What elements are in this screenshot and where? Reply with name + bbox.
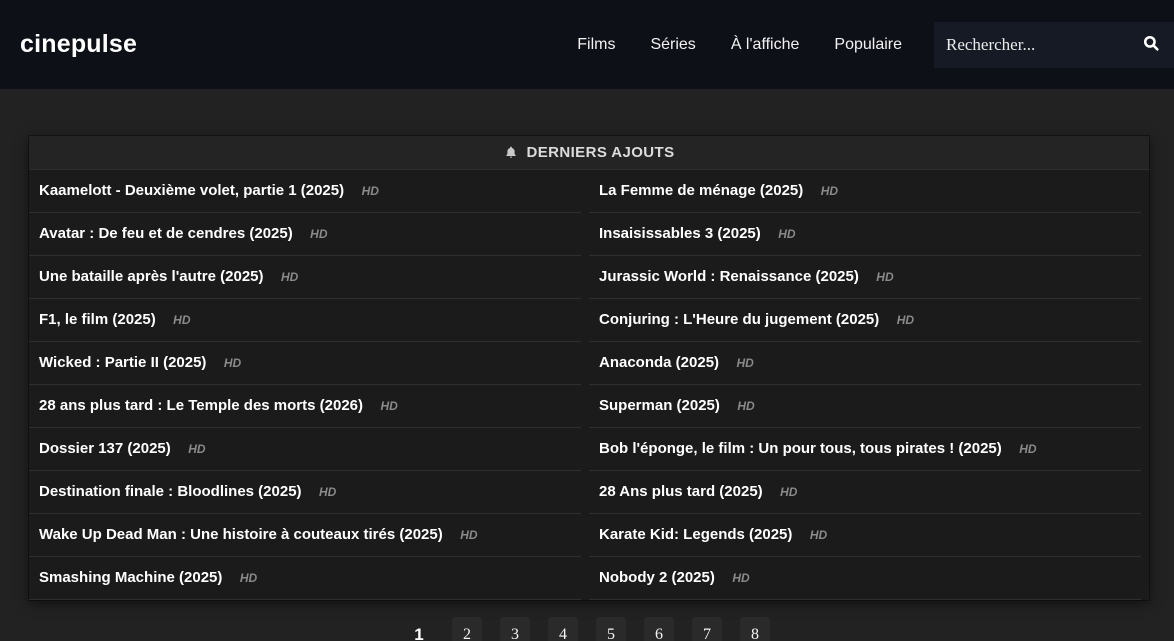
movie-title-link[interactable]: Conjuring : L'Heure du jugement (2025) <box>599 311 879 328</box>
movie-row[interactable]: Wake Up Dead Man : Une histoire à coutea… <box>29 514 581 557</box>
movie-title-link[interactable]: Superman (2025) <box>599 397 720 414</box>
movie-quality-badge: HD <box>240 571 257 585</box>
page-link[interactable]: 6 <box>644 617 674 641</box>
movie-row[interactable]: Superman (2025) HD <box>589 385 1141 428</box>
movie-row[interactable]: Wicked : Partie II (2025) HD <box>29 342 581 385</box>
page-link[interactable]: 5 <box>596 617 626 641</box>
movie-title-link[interactable]: Jurassic World : Renaissance (2025) <box>599 268 859 285</box>
page-link[interactable]: 8 <box>740 617 770 641</box>
movie-title-link[interactable]: Smashing Machine (2025) <box>39 569 222 586</box>
movie-row[interactable]: Dossier 137 (2025) HD <box>29 428 581 471</box>
movie-title-link[interactable]: 28 ans plus tard : Le Temple des morts (… <box>39 397 363 414</box>
page-link[interactable]: 1 <box>404 617 434 641</box>
movie-row[interactable]: Smashing Machine (2025) HD <box>29 557 581 600</box>
movie-row[interactable]: Bob l'éponge, le film : Un pour tous, to… <box>589 428 1141 471</box>
movie-title-link[interactable]: Avatar : De feu et de cendres (2025) <box>39 225 293 242</box>
movie-row[interactable]: Insaisissables 3 (2025) HD <box>589 213 1141 256</box>
movie-quality-badge: HD <box>362 184 379 198</box>
movie-quality-badge: HD <box>897 313 914 327</box>
movie-title-link[interactable]: Insaisissables 3 (2025) <box>599 225 761 242</box>
nav-link[interactable]: À l'affiche <box>731 36 800 54</box>
site-header: cinepulse Films Séries À l'affiche Popul… <box>0 0 1174 89</box>
movie-quality-badge: HD <box>737 399 754 413</box>
movie-quality-badge: HD <box>310 227 327 241</box>
latest-movies-list: Kaamelott - Deuxième volet, partie 1 (20… <box>29 170 1149 600</box>
movie-quality-badge: HD <box>1019 442 1036 456</box>
movie-title-link[interactable]: Karate Kid: Legends (2025) <box>599 526 792 543</box>
page-link[interactable]: 2 <box>452 617 482 641</box>
movie-title-link[interactable]: Wicked : Partie II (2025) <box>39 354 206 371</box>
movie-quality-badge: HD <box>173 313 190 327</box>
movie-quality-badge: HD <box>732 571 749 585</box>
movie-title-link[interactable]: 28 Ans plus tard (2025) <box>599 483 763 500</box>
movie-row[interactable]: 28 Ans plus tard (2025) HD <box>589 471 1141 514</box>
nav-link[interactable]: Populaire <box>834 36 902 54</box>
movie-title-link[interactable]: Destination finale : Bloodlines (2025) <box>39 483 302 500</box>
search-button[interactable] <box>1142 34 1160 55</box>
movie-row[interactable]: Conjuring : L'Heure du jugement (2025) H… <box>589 299 1141 342</box>
movie-title-link[interactable]: Nobody 2 (2025) <box>599 569 715 586</box>
movie-row[interactable]: 28 ans plus tard : Le Temple des morts (… <box>29 385 581 428</box>
page-link[interactable]: 7 <box>692 617 722 641</box>
movie-title-link[interactable]: Une bataille après l'autre (2025) <box>39 268 264 285</box>
main-nav: Films Séries À l'affiche Populaire <box>577 36 902 54</box>
movie-title-link[interactable]: Wake Up Dead Man : Une histoire à coutea… <box>39 526 443 543</box>
movie-title-link[interactable]: Dossier 137 (2025) <box>39 440 171 457</box>
movie-row[interactable]: Nobody 2 (2025) HD <box>589 557 1141 600</box>
movie-quality-badge: HD <box>380 399 397 413</box>
movie-row[interactable]: Kaamelott - Deuxième volet, partie 1 (20… <box>29 170 581 213</box>
movie-quality-badge: HD <box>319 485 336 499</box>
page-link[interactable]: 3 <box>500 617 530 641</box>
movie-quality-badge: HD <box>876 270 893 284</box>
movie-quality-badge: HD <box>778 227 795 241</box>
movie-row[interactable]: Anaconda (2025) HD <box>589 342 1141 385</box>
movie-quality-badge: HD <box>224 356 241 370</box>
movie-quality-badge: HD <box>281 270 298 284</box>
movie-row[interactable]: La Femme de ménage (2025) HD <box>589 170 1141 213</box>
movie-quality-badge: HD <box>821 184 838 198</box>
movie-row[interactable]: F1, le film (2025) HD <box>29 299 581 342</box>
movie-quality-badge: HD <box>737 356 754 370</box>
movie-title-link[interactable]: F1, le film (2025) <box>39 311 156 328</box>
movie-title-link[interactable]: Anaconda (2025) <box>599 354 719 371</box>
movie-quality-badge: HD <box>810 528 827 542</box>
movie-quality-badge: HD <box>460 528 477 542</box>
panel-title: DERNIERS AJOUTS <box>527 144 675 161</box>
panel-header: DERNIERS AJOUTS <box>29 136 1149 170</box>
movie-title-link[interactable]: La Femme de ménage (2025) <box>599 182 803 199</box>
pagination: 1 2 3 4 5 6 7 8 <box>0 617 1174 641</box>
nav-link[interactable]: Films <box>577 36 615 54</box>
movie-quality-badge: HD <box>188 442 205 456</box>
main-content: DERNIERS AJOUTS Kaamelott - Deuxième vol… <box>0 136 1174 641</box>
search-input[interactable] <box>946 35 1142 55</box>
movie-quality-badge: HD <box>780 485 797 499</box>
movie-title-link[interactable]: Bob l'éponge, le film : Un pour tous, to… <box>599 440 1002 457</box>
movie-title-link[interactable]: Kaamelott - Deuxième volet, partie 1 (20… <box>39 182 344 199</box>
search-icon <box>1142 34 1160 55</box>
latest-additions-panel: DERNIERS AJOUTS Kaamelott - Deuxième vol… <box>29 136 1149 600</box>
page-link[interactable]: 4 <box>548 617 578 641</box>
nav-link[interactable]: Séries <box>650 36 695 54</box>
movie-row[interactable]: Avatar : De feu et de cendres (2025) HD <box>29 213 581 256</box>
search-box <box>934 22 1174 68</box>
movie-row[interactable]: Une bataille après l'autre (2025) HD <box>29 256 581 299</box>
brand-logo[interactable]: cinepulse <box>20 30 137 59</box>
movie-row[interactable]: Jurassic World : Renaissance (2025) HD <box>589 256 1141 299</box>
movie-row[interactable]: Karate Kid: Legends (2025) HD <box>589 514 1141 557</box>
movie-row[interactable]: Destination finale : Bloodlines (2025) H… <box>29 471 581 514</box>
bell-icon <box>504 145 518 160</box>
